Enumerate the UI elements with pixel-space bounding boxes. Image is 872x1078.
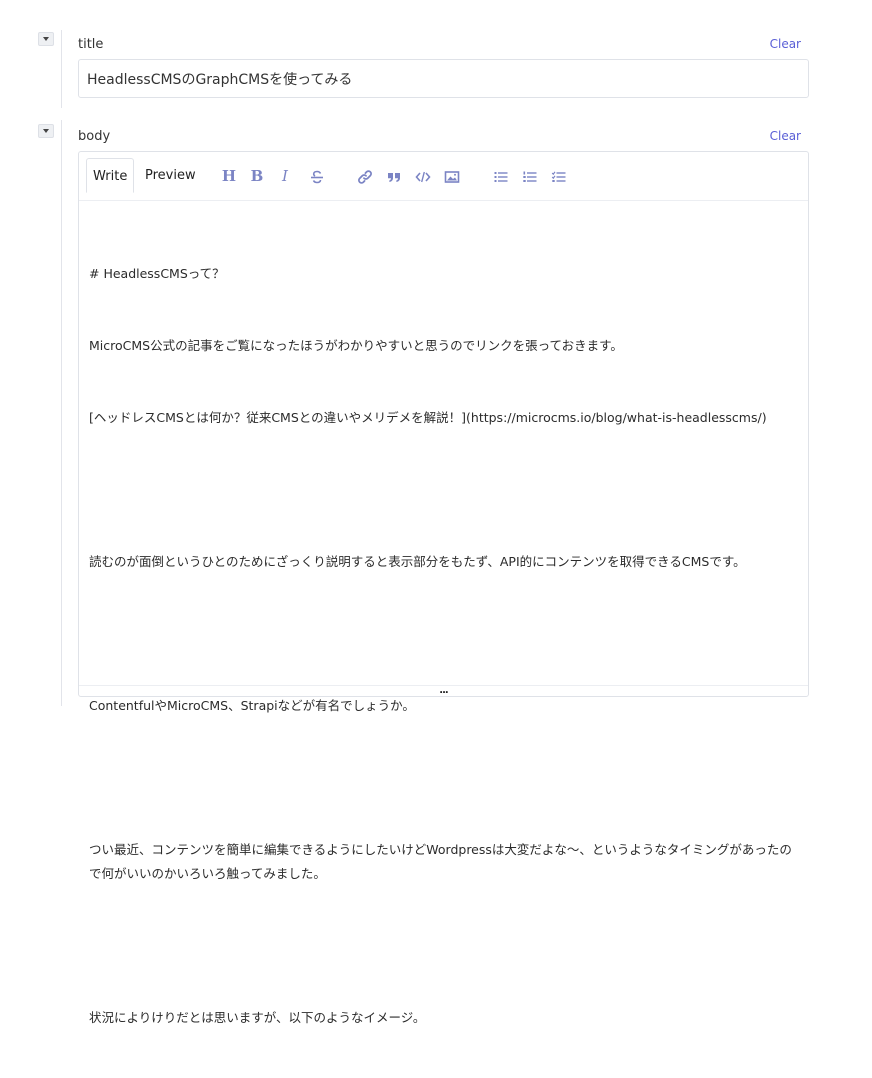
code-icon[interactable] — [414, 169, 432, 185]
image-icon[interactable] — [443, 169, 461, 185]
editor-line: つい最近、コンテンツを簡単に編集できるようにしたいけどWordpressは大変だ… — [89, 842, 792, 881]
editor-line — [89, 622, 798, 646]
tab-preview[interactable]: Preview — [139, 158, 202, 193]
bulleted-list-icon[interactable] — [492, 169, 510, 185]
markdown-editor: Write Preview H B I # HeadlessCMSって？ Mic… — [78, 151, 809, 1025]
body-field-label: body — [78, 129, 111, 144]
title-collapse-toggle[interactable] — [38, 32, 54, 46]
editor-line: 読むのが面倒というひとのためにざっくり説明すると表示部分をもたず、API的にコン… — [89, 554, 746, 569]
link-icon[interactable] — [356, 169, 374, 185]
editor-line — [89, 478, 798, 502]
editor-line: MicroCMS公式の記事をご覧になったほうがわかりやすいと思うのでリンクを張っ… — [89, 338, 623, 353]
bold-icon[interactable]: B — [249, 167, 265, 185]
editor-line: 状況によりけりだとは思いますが、以下のようなイメージ。 — [89, 1010, 426, 1025]
quote-icon[interactable] — [385, 169, 403, 185]
chevron-down-icon — [43, 37, 49, 41]
numbered-list-icon[interactable] — [521, 169, 539, 185]
italic-icon[interactable]: I — [277, 167, 293, 185]
title-field-label: title — [78, 37, 104, 52]
editor-line — [89, 766, 798, 790]
field-title-guide-line — [61, 30, 62, 108]
editor-line — [89, 934, 798, 958]
tab-write[interactable]: Write — [86, 158, 135, 193]
title-clear-button[interactable]: Clear — [770, 37, 801, 51]
editor-resize-bar: ... — [79, 685, 808, 696]
editor-toolbar: Write Preview H B I — [79, 152, 808, 201]
field-body-guide-line — [61, 120, 62, 706]
editor-line: ContentfulやMicroCMS、Strapiなどが有名でしょうか。 — [89, 698, 415, 713]
body-collapse-toggle[interactable] — [38, 124, 54, 138]
body-clear-button[interactable]: Clear — [770, 129, 801, 143]
editor-textarea[interactable]: # HeadlessCMSって？ MicroCMS公式の記事をご覧になったほうが… — [89, 214, 798, 1078]
title-input[interactable] — [78, 59, 809, 98]
editor-line: [ヘッドレスCMSとは何か？従来CMSとの違いやメリデメを解説！](https:… — [89, 410, 767, 425]
editor-line: # HeadlessCMSって？ — [89, 266, 225, 281]
heading-icon[interactable]: H — [221, 167, 237, 185]
task-list-icon[interactable] — [550, 169, 568, 185]
strikethrough-icon[interactable] — [308, 169, 326, 185]
chevron-down-icon — [43, 129, 49, 133]
resize-handle-icon[interactable]: ... — [439, 686, 448, 696]
